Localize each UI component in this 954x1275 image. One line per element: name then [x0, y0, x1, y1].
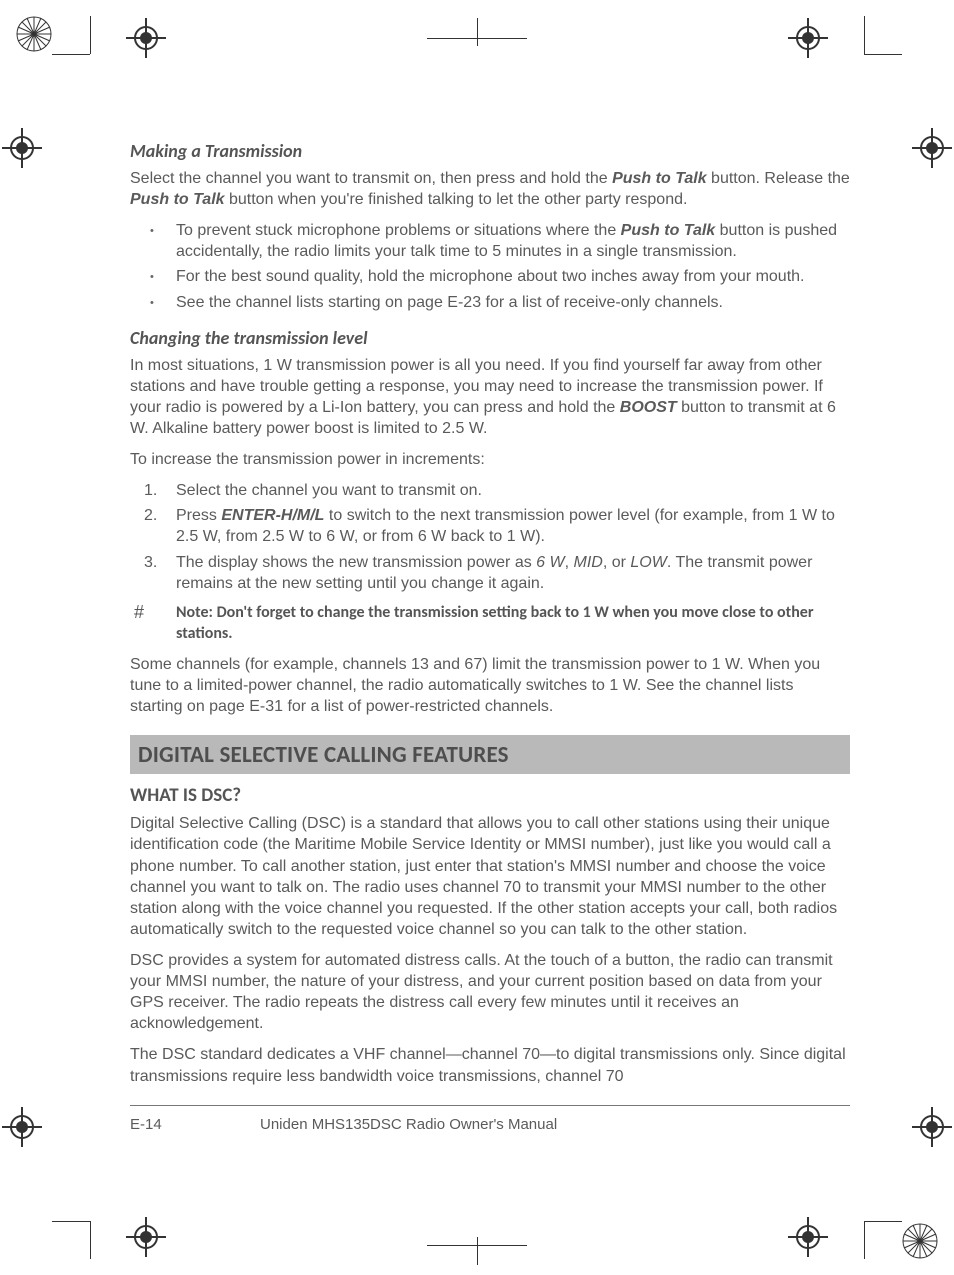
paragraph: To increase the transmission power in in… — [130, 449, 850, 470]
ptt-label: Push to Talk — [130, 191, 225, 208]
enter-hml-label: ENTER-H/M/L — [221, 507, 324, 524]
paragraph: Digital Selective Calling (DSC) is a sta… — [130, 813, 850, 940]
register-sunburst-icon — [900, 1221, 940, 1261]
text: button when you're finished talking to l… — [225, 191, 688, 208]
list-item: 3. The display shows the new transmissio… — [130, 552, 850, 594]
paragraph: In most situations, 1 W transmission pow… — [130, 355, 850, 439]
power-low: LOW — [630, 554, 666, 571]
register-target-icon — [794, 24, 822, 52]
register-target-icon — [918, 134, 946, 162]
list-item: 1.Select the channel you want to transmi… — [130, 480, 850, 501]
list-item: For the best sound quality, hold the mic… — [130, 266, 850, 287]
page-content: Making a Transmission Select the channel… — [130, 140, 850, 1133]
text: To prevent stuck microphone problems or … — [176, 222, 621, 239]
register-target-icon — [8, 1113, 36, 1141]
page-number: E-14 — [130, 1116, 260, 1133]
text: Select the channel you want to transmit … — [130, 170, 612, 187]
bullet-list: To prevent stuck microphone problems or … — [130, 220, 850, 312]
register-target-icon — [794, 1223, 822, 1251]
footer-rule — [130, 1105, 850, 1106]
paragraph: Some channels (for example, channels 13 … — [130, 654, 850, 717]
paragraph: Select the channel you want to transmit … — [130, 168, 850, 210]
section-heading-dsc: DIGITAL SELECTIVE CALLING FEATURES — [130, 735, 850, 774]
heading-making-transmission: Making a Transmission — [130, 140, 850, 162]
boost-label: BOOST — [620, 399, 677, 416]
text: button. Release the — [707, 170, 850, 187]
register-target-icon — [132, 24, 160, 52]
page-footer: E-14 Uniden MHS135DSC Radio Owner's Manu… — [130, 1116, 850, 1133]
ordered-list: 1.Select the channel you want to transmi… — [130, 480, 850, 594]
note-icon: # — [130, 602, 164, 644]
list-item: See the channel lists starting on page E… — [130, 292, 850, 313]
text: Select the channel you want to transmit … — [176, 482, 482, 499]
paragraph: The DSC standard dedicates a VHF channel… — [130, 1044, 850, 1086]
text: , or — [603, 554, 631, 571]
note-text: Note: Don't forget to change the transmi… — [164, 602, 850, 644]
ptt-label: Push to Talk — [621, 222, 716, 239]
text: , — [565, 554, 574, 571]
list-item: To prevent stuck microphone problems or … — [130, 220, 850, 262]
heading-what-is-dsc: WHAT IS DSC? — [130, 784, 850, 807]
paragraph: DSC provides a system for automated dist… — [130, 950, 850, 1034]
heading-changing-level: Changing the transmission level — [130, 327, 850, 349]
power-6w: 6 W — [536, 554, 564, 571]
register-sunburst-icon — [14, 14, 54, 54]
register-target-icon — [918, 1113, 946, 1141]
manual-title: Uniden MHS135DSC Radio Owner's Manual — [260, 1116, 557, 1133]
text: Press — [176, 507, 221, 524]
ptt-label: Push to Talk — [612, 170, 707, 187]
list-item: 2. Press ENTER-H/M/L to switch to the ne… — [130, 505, 850, 547]
register-target-icon — [132, 1223, 160, 1251]
note-callout: # Note: Don't forget to change the trans… — [130, 602, 850, 644]
text: The display shows the new transmission p… — [176, 554, 536, 571]
register-target-icon — [8, 134, 36, 162]
power-mid: MID — [574, 554, 603, 571]
